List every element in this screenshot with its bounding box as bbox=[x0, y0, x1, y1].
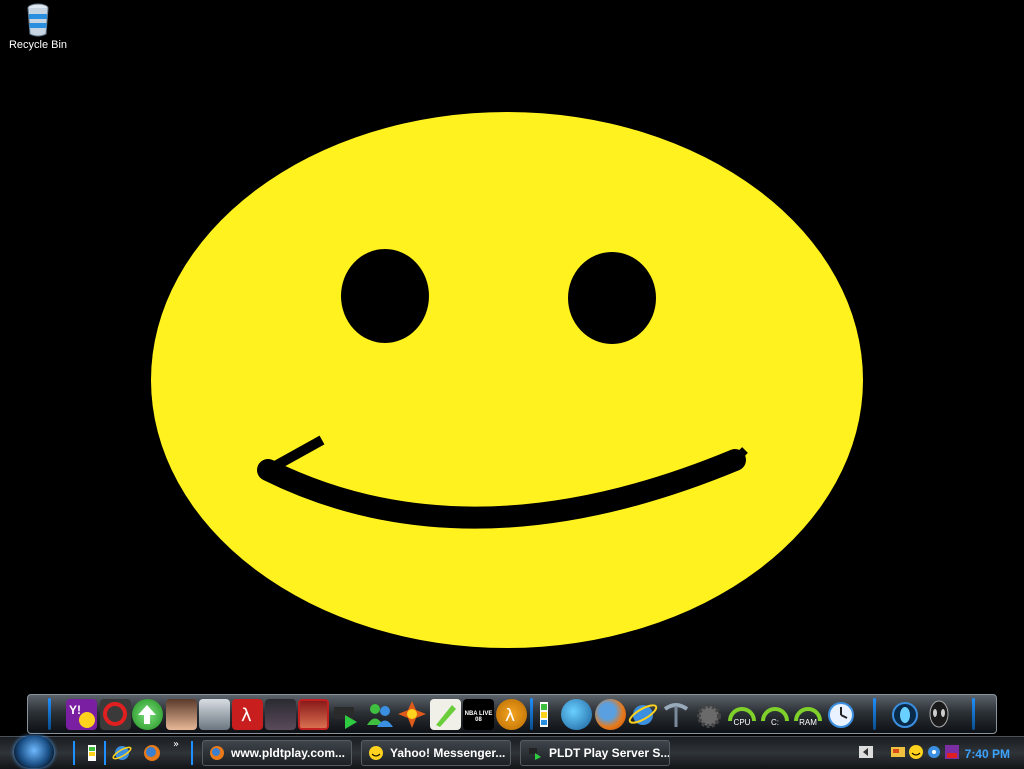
taskbar: » www.pldtplay.com... Yahoo! Messenger..… bbox=[0, 736, 1024, 769]
half-life-icon[interactable]: λ bbox=[232, 699, 263, 730]
dock-separator bbox=[873, 698, 876, 730]
svg-text:λ: λ bbox=[241, 705, 252, 726]
tray-app-icon[interactable] bbox=[944, 744, 960, 760]
dock-separator bbox=[530, 698, 533, 730]
start-button[interactable] bbox=[14, 736, 54, 768]
dark-game-icon[interactable] bbox=[265, 699, 296, 730]
clock-icon[interactable] bbox=[826, 699, 857, 730]
recycle-bin-label: Recycle Bin bbox=[8, 39, 68, 51]
warrior-game-icon[interactable] bbox=[298, 699, 329, 730]
tray-network-icon[interactable] bbox=[890, 744, 906, 760]
desktop: Recycle Bin bbox=[0, 0, 1024, 694]
internet-explorer-icon[interactable] bbox=[628, 699, 659, 730]
svg-text:Y!: Y! bbox=[69, 703, 81, 717]
taskbar-separator bbox=[104, 741, 106, 765]
rocketdock-icon[interactable] bbox=[536, 699, 552, 730]
tray-collapse-icon[interactable] bbox=[858, 744, 874, 760]
task-button-pldtplay[interactable]: www.pldtplay.com... bbox=[202, 740, 352, 766]
nba-live-icon[interactable]: NBA LIVE 08 bbox=[463, 699, 494, 730]
dock-separator bbox=[972, 698, 975, 730]
task-label: www.pldtplay.com... bbox=[231, 746, 346, 760]
firefox-icon bbox=[210, 746, 224, 760]
tray-yahoo-icon[interactable] bbox=[908, 744, 924, 760]
task-button-pldt-play-server[interactable]: PLDT Play Server S... bbox=[520, 740, 670, 766]
recycle-bin-icon bbox=[27, 3, 49, 37]
settings-gear-icon[interactable] bbox=[694, 699, 725, 730]
drive-gauge-icon[interactable]: C: bbox=[760, 699, 791, 730]
drive-gauge-label: C: bbox=[771, 718, 779, 727]
task-label: Yahoo! Messenger... bbox=[390, 746, 506, 760]
yahoo-smiley-icon bbox=[369, 746, 383, 760]
globe-icon[interactable] bbox=[561, 699, 592, 730]
media-player-icon[interactable] bbox=[331, 699, 362, 730]
taskbar-separator bbox=[191, 741, 193, 765]
half-life-2-icon[interactable]: λ bbox=[496, 699, 527, 730]
ram-gauge-icon[interactable]: RAM bbox=[793, 699, 824, 730]
cpu-gauge-icon[interactable]: CPU bbox=[727, 699, 758, 730]
rocketdock: Y! λ NBA LIVE 08 λ CPU C: RAM bbox=[27, 694, 997, 734]
pickaxe-icon[interactable] bbox=[661, 699, 692, 730]
task-label: PLDT Play Server S... bbox=[549, 746, 670, 760]
cpu-gauge-label: CPU bbox=[734, 718, 751, 727]
smiley-wallpaper bbox=[151, 112, 863, 648]
server-icon bbox=[529, 748, 541, 760]
rocketdock-quicklaunch-icon[interactable] bbox=[82, 743, 102, 763]
clock[interactable]: 7:40 PM bbox=[965, 747, 1010, 761]
firefox-quicklaunch-icon[interactable] bbox=[142, 743, 162, 763]
tray-settings-icon[interactable] bbox=[926, 744, 942, 760]
svg-text:λ: λ bbox=[505, 706, 515, 726]
racing-game-icon[interactable] bbox=[199, 699, 230, 730]
task-button-yahoo-messenger[interactable]: Yahoo! Messenger... bbox=[361, 740, 511, 766]
dock-separator bbox=[48, 698, 51, 730]
internet-explorer-quicklaunch-icon[interactable] bbox=[112, 743, 132, 763]
desktop-icon-recycle-bin[interactable]: Recycle Bin bbox=[4, 2, 72, 51]
update-arrow-icon[interactable] bbox=[132, 699, 163, 730]
anime-avatar-icon[interactable] bbox=[166, 699, 197, 730]
pen-tool-icon[interactable] bbox=[430, 699, 461, 730]
ram-gauge-label: RAM bbox=[799, 718, 817, 727]
alienware-icon[interactable] bbox=[890, 699, 921, 730]
firefox-icon[interactable] bbox=[595, 699, 626, 730]
nba-live-label: NBA LIVE 08 bbox=[464, 711, 493, 723]
msn-messenger-icon[interactable] bbox=[364, 699, 395, 730]
system-tray: 7:40 PM bbox=[856, 740, 1024, 766]
yahoo-messenger-icon[interactable]: Y! bbox=[66, 699, 97, 730]
chevron-more-icon[interactable]: » bbox=[173, 739, 179, 750]
alien-head-icon[interactable] bbox=[924, 699, 955, 730]
garena-icon[interactable] bbox=[100, 699, 131, 730]
taskbar-separator bbox=[73, 741, 75, 765]
target-game-icon[interactable] bbox=[397, 699, 428, 730]
